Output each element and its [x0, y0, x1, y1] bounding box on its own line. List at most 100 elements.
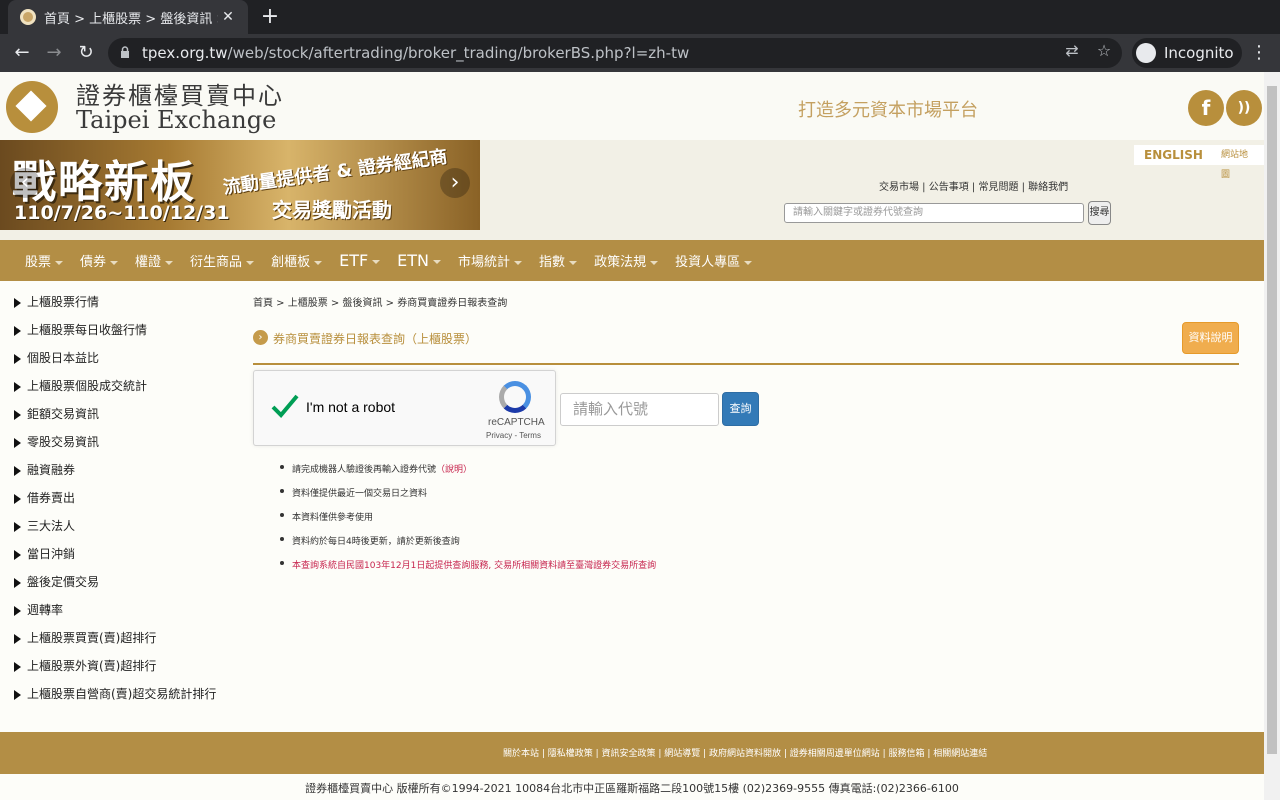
- sidebar-item[interactable]: 上櫃股票買賣(賣)超排行: [14, 630, 156, 650]
- promo-banner[interactable]: 戰略新板 110/7/26~110/12/31 流動量提供者 & 證券經紀商 交…: [0, 140, 480, 230]
- close-icon[interactable]: ✕: [218, 9, 238, 25]
- sidebar-item[interactable]: 上櫃股票行情: [14, 294, 99, 314]
- sitemap-link[interactable]: 網站地圖: [1211, 145, 1264, 180]
- page-title-text: 券商買賣證券日報表查詢（上櫃股票）: [273, 332, 478, 346]
- bookmark-star-icon[interactable]: ☆: [1094, 41, 1114, 61]
- nav-item[interactable]: 指數: [539, 251, 578, 270]
- nav-item-label: 指數: [539, 255, 566, 270]
- carousel-next-icon[interactable]: ›: [440, 168, 470, 198]
- browser-menu-icon[interactable]: ⋮: [1250, 41, 1268, 65]
- sidebar-item[interactable]: 當日沖銷: [14, 546, 75, 566]
- sidebar-item[interactable]: 上櫃股票個股成交統計: [14, 378, 147, 398]
- address-bar[interactable]: tpex.org.tw/web/stock/aftertrading/broke…: [108, 38, 1122, 68]
- nav-item[interactable]: 投資人專區: [675, 251, 753, 270]
- banner-date: 110/7/26~110/12/31: [14, 202, 230, 224]
- recaptcha-widget[interactable]: I'm not a robot reCAPTCHA Privacy - Term…: [253, 370, 556, 446]
- note-item: 本查詢系統自民國103年12月1日起提供查詢服務, 交易所相關資料請至臺灣證券交…: [280, 558, 656, 571]
- tpex-logo-icon[interactable]: [6, 81, 58, 133]
- site-favicon-icon: [20, 9, 36, 25]
- banner-area: 戰略新板 110/7/26~110/12/31 流動量提供者 & 證券經紀商 交…: [0, 140, 1264, 240]
- recaptcha-terms-link[interactable]: Privacy - Terms: [486, 431, 541, 440]
- caret-down-icon: [246, 260, 255, 265]
- query-button[interactable]: 查詢: [722, 392, 759, 426]
- lock-icon: [121, 46, 129, 58]
- rss-icon[interactable]: )): [1226, 90, 1262, 126]
- reload-icon[interactable]: ↻: [74, 41, 98, 65]
- utility-links[interactable]: 交易市場 | 公告事項 | 常見問題 | 聯絡我們: [879, 178, 1068, 193]
- translate-icon[interactable]: ⇄: [1062, 41, 1082, 61]
- stock-code-input[interactable]: 請輸入代號: [560, 393, 719, 426]
- expand-triangle-icon: [14, 326, 21, 336]
- sidebar-item-label: 個股日本益比: [27, 351, 100, 365]
- nav-item[interactable]: 創櫃板: [271, 251, 323, 270]
- carousel-prev-icon[interactable]: ‹: [10, 168, 40, 198]
- header-slogan: 打造多元資本市場平台: [798, 100, 978, 121]
- sidebar-item[interactable]: 盤後定價交易: [14, 574, 99, 594]
- sidebar-item[interactable]: 借券賣出: [14, 490, 75, 510]
- sidebar-item[interactable]: 上櫃股票外資(賣)超排行: [14, 658, 156, 678]
- logo-english-name[interactable]: Taipei Exchange: [76, 106, 276, 134]
- sidebar-item-label: 盤後定價交易: [27, 575, 100, 589]
- note-link[interactable]: （說明）: [436, 465, 472, 475]
- back-icon[interactable]: ←: [10, 41, 34, 65]
- incognito-indicator[interactable]: Incognito: [1132, 38, 1242, 68]
- note-text: 資料僅提供最近一個交易日之資料: [292, 489, 428, 499]
- sidebar-item[interactable]: 上櫃股票自營商(賣)超交易統計排行: [14, 686, 216, 706]
- caret-down-icon: [744, 260, 753, 265]
- expand-triangle-icon: [14, 298, 21, 308]
- expand-triangle-icon: [14, 382, 21, 392]
- english-link[interactable]: ENGLISH: [1134, 145, 1213, 165]
- nav-item[interactable]: 股票: [25, 251, 64, 270]
- scrollbar-thumb[interactable]: [1267, 86, 1277, 754]
- url-path: /web/stock/aftertrading/broker_trading/b…: [227, 44, 690, 62]
- footer-bar: 關於本站 | 隱私權政策 | 資訊安全政策 | 網站導覽 | 政府網站資料開放 …: [0, 732, 1264, 774]
- expand-triangle-icon: [14, 634, 21, 644]
- banner-subtitle: 流動量提供者 & 證券經紀商: [221, 146, 449, 199]
- url-host: tpex.org.tw: [142, 44, 228, 62]
- nav-item[interactable]: 權證: [135, 251, 174, 270]
- breadcrumb[interactable]: 首頁 > 上櫃股票 > 盤後資訊 > 券商買賣證券日報表查詢: [253, 294, 507, 309]
- nav-item[interactable]: 政策法規: [594, 251, 659, 270]
- site-search-input[interactable]: 請輸入關鍵字或證券代號查詢: [784, 203, 1084, 223]
- sidebar-item[interactable]: 週轉率: [14, 602, 63, 622]
- recaptcha-label: I'm not a robot: [306, 399, 396, 415]
- facebook-icon[interactable]: f: [1188, 90, 1224, 126]
- expand-triangle-icon: [14, 466, 21, 476]
- checkmark-icon[interactable]: [270, 391, 300, 421]
- caret-down-icon: [433, 259, 442, 264]
- nav-item[interactable]: 衍生商品: [190, 251, 255, 270]
- sidebar-item-label: 上櫃股票行情: [27, 295, 100, 309]
- sidebar-item-label: 借券賣出: [27, 491, 76, 505]
- data-description-button[interactable]: 資料說明: [1182, 322, 1239, 354]
- expand-triangle-icon: [14, 550, 21, 560]
- sidebar-item[interactable]: 融資融券: [14, 462, 75, 482]
- sidebar-item[interactable]: 上櫃股票每日收盤行情: [14, 322, 147, 342]
- sidebar-item[interactable]: 零股交易資訊: [14, 434, 99, 454]
- nav-item[interactable]: ETF: [339, 251, 381, 270]
- nav-item[interactable]: ETN: [397, 251, 442, 270]
- forward-icon[interactable]: →: [42, 41, 66, 65]
- nav-item-label: 創櫃板: [271, 255, 311, 270]
- nav-item[interactable]: 債券: [80, 251, 119, 270]
- expand-triangle-icon: [14, 690, 21, 700]
- caret-down-icon: [110, 260, 119, 265]
- nav-item[interactable]: 市場統計: [458, 251, 523, 270]
- sidebar-item[interactable]: 個股日本益比: [14, 350, 99, 370]
- new-tab-button[interactable]: +: [258, 4, 282, 30]
- sidebar-item-label: 上櫃股票個股成交統計: [27, 379, 148, 393]
- main-navigation: 股票 債券 權證 衍生商品 創櫃板 ETF ETN 市場統計 指數 政策法規 投資人專區: [0, 240, 1264, 281]
- sidebar-item-label: 上櫃股票每日收盤行情: [27, 323, 148, 337]
- site-search-button[interactable]: 搜尋: [1088, 201, 1111, 225]
- footer-links[interactable]: 關於本站 | 隱私權政策 | 資訊安全政策 | 網站導覽 | 政府網站資料開放 …: [503, 746, 987, 759]
- caret-down-icon: [165, 260, 174, 265]
- page-scrollbar[interactable]: [1264, 72, 1280, 800]
- recaptcha-brand: reCAPTCHA: [488, 417, 545, 428]
- title-bullet-icon: ›: [253, 330, 268, 345]
- browser-tab[interactable]: 首頁 > 上櫃股票 > 盤後資訊 > 券商買賣證券日報表 ✕: [8, 0, 248, 34]
- sidebar-item-label: 上櫃股票自營商(賣)超交易統計排行: [27, 687, 217, 701]
- caret-down-icon: [650, 260, 659, 265]
- sidebar-item-label: 當日沖銷: [27, 547, 76, 561]
- sidebar-item[interactable]: 三大法人: [14, 518, 75, 538]
- sidebar-item[interactable]: 鉅額交易資訊: [14, 406, 99, 426]
- caret-down-icon: [372, 259, 381, 264]
